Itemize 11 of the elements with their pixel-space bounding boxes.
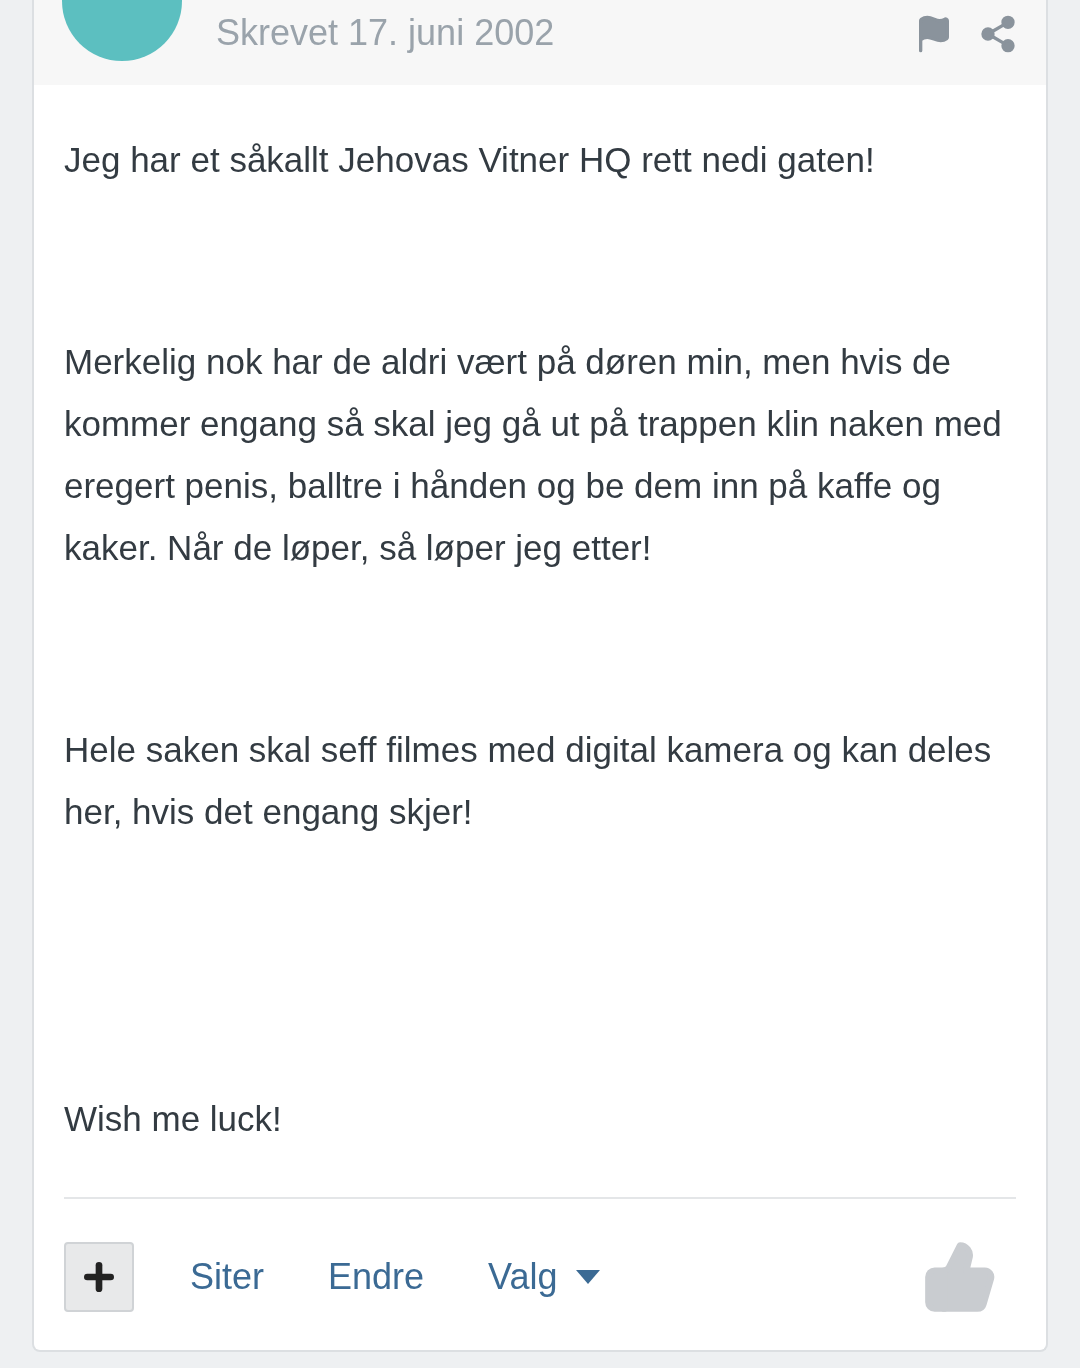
post-paragraph: Jeg har et såkallt Jehovas Vitner HQ rett nedi gaten! bbox=[64, 139, 876, 181]
caret-icon bbox=[575, 1270, 600, 1284]
post-paragraph: Merkelig nok har de aldri vært på døren min, men hvis de kommer engang så skal jeg gå ut på trappen klin naken med eregert penis, balltre i hånden og be dem inn på kaffe og kaker. Når de løper, så løper jeg etter! bbox=[64, 341, 1003, 569]
action-link[interactable]: Endre bbox=[328, 1256, 425, 1298]
action-link[interactable]: Siter bbox=[190, 1256, 265, 1298]
post-paragraph: Wish me luck! bbox=[64, 1098, 283, 1140]
post-paragraph: Hele saken skal seff filmes med digital kamera og kan deles her, hvis det engang skjer! bbox=[64, 729, 993, 833]
expand-button[interactable] bbox=[64, 1242, 134, 1312]
options-menu[interactable]: Valg bbox=[488, 1256, 600, 1298]
post-date: Skrevet 17. juni 2002 bbox=[216, 13, 556, 53]
share-icon[interactable] bbox=[978, 14, 1018, 54]
